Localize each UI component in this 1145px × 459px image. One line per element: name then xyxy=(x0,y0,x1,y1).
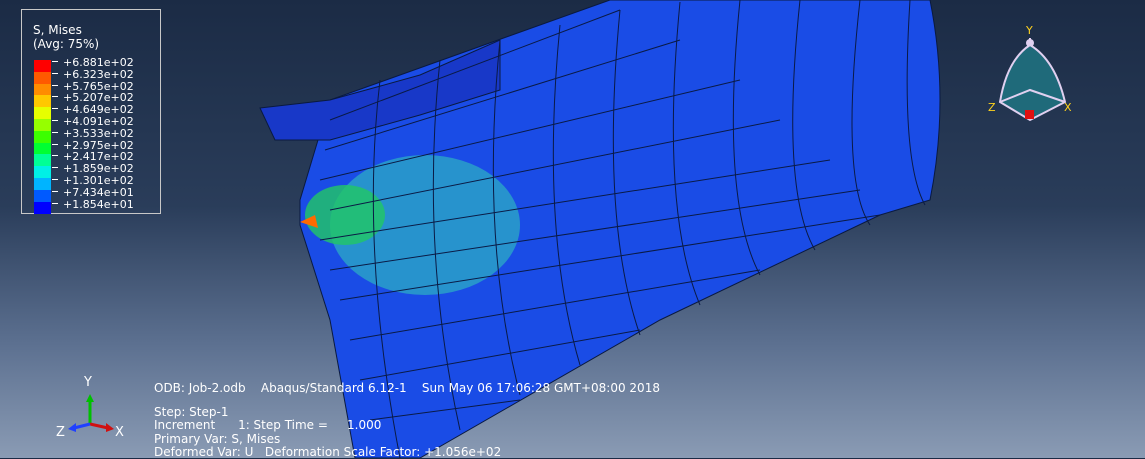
legend-swatch xyxy=(34,83,51,96)
legend-swatch xyxy=(34,95,51,108)
legend-title: S, Mises xyxy=(33,23,82,37)
triad-x-label: X xyxy=(115,425,124,440)
legend-swatch xyxy=(34,60,51,72)
legend-tick xyxy=(52,179,58,180)
contour-legend: S, Mises (Avg: 75%) +6.881e+02 +6.323e+02… xyxy=(21,9,161,214)
legend-swatch xyxy=(34,201,51,214)
legend-tick xyxy=(52,155,58,157)
legend-tick xyxy=(52,96,58,98)
legend-value: +4.091e+02 xyxy=(63,115,134,128)
legend-value: +3.533e+02 xyxy=(63,126,134,140)
legend-tick xyxy=(52,190,58,192)
legend-swatch xyxy=(34,71,51,84)
legend-swatch xyxy=(34,130,51,143)
legend-subtitle: (Avg: 75%) xyxy=(33,37,100,51)
legend-tick xyxy=(52,167,58,169)
legend-swatch xyxy=(34,119,51,131)
legend-swatch xyxy=(34,189,51,202)
compass-z-label: Z xyxy=(988,101,996,114)
legend-tick xyxy=(52,72,58,74)
legend-swatch xyxy=(34,178,51,190)
legend-value: +5.765e+02 xyxy=(63,79,134,93)
legend-tick xyxy=(52,131,58,133)
legend-swatch xyxy=(34,154,51,167)
legend-value: +2.417e+02 xyxy=(63,150,134,164)
legend-tick xyxy=(52,120,58,121)
axis-triad-icon xyxy=(68,394,114,432)
legend-value: +5.207e+02 xyxy=(63,91,134,105)
legend-value: +4.649e+02 xyxy=(63,103,134,117)
legend-tick xyxy=(52,108,58,110)
legend-value: +7.434e+01 xyxy=(63,185,134,199)
legend-value: +6.323e+02 xyxy=(63,67,134,81)
legend-value: +1.854e+01 xyxy=(63,197,134,211)
increment-info: Increment 1: Step Time = 1.000 xyxy=(154,418,382,432)
deformed-var-info: Deformed Var: U Deformation Scale Factor… xyxy=(154,445,502,459)
legend-swatch xyxy=(34,166,51,179)
legend-value: +1.301e+02 xyxy=(63,174,134,187)
legend-value: +2.975e+02 xyxy=(63,138,134,152)
compass-x-label: X xyxy=(1064,101,1072,114)
legend-swatch xyxy=(34,142,51,155)
triad-z-label: Z xyxy=(56,425,65,440)
odb-info: ODB: Job-2.odb Abaqus/Standard 6.12-1 Su… xyxy=(154,381,660,395)
legend-value: +6.881e+02 xyxy=(63,56,134,69)
legend-tick xyxy=(52,143,58,145)
legend-tick xyxy=(52,202,58,204)
triad-y-label: Y xyxy=(84,375,92,390)
legend-value: +1.859e+02 xyxy=(63,162,134,176)
legend-tick xyxy=(52,61,58,62)
legend-tick xyxy=(52,84,58,86)
legend-swatch xyxy=(34,107,51,120)
view-compass-icon[interactable] xyxy=(995,30,1070,140)
compass-y-label: Y xyxy=(1026,24,1033,37)
